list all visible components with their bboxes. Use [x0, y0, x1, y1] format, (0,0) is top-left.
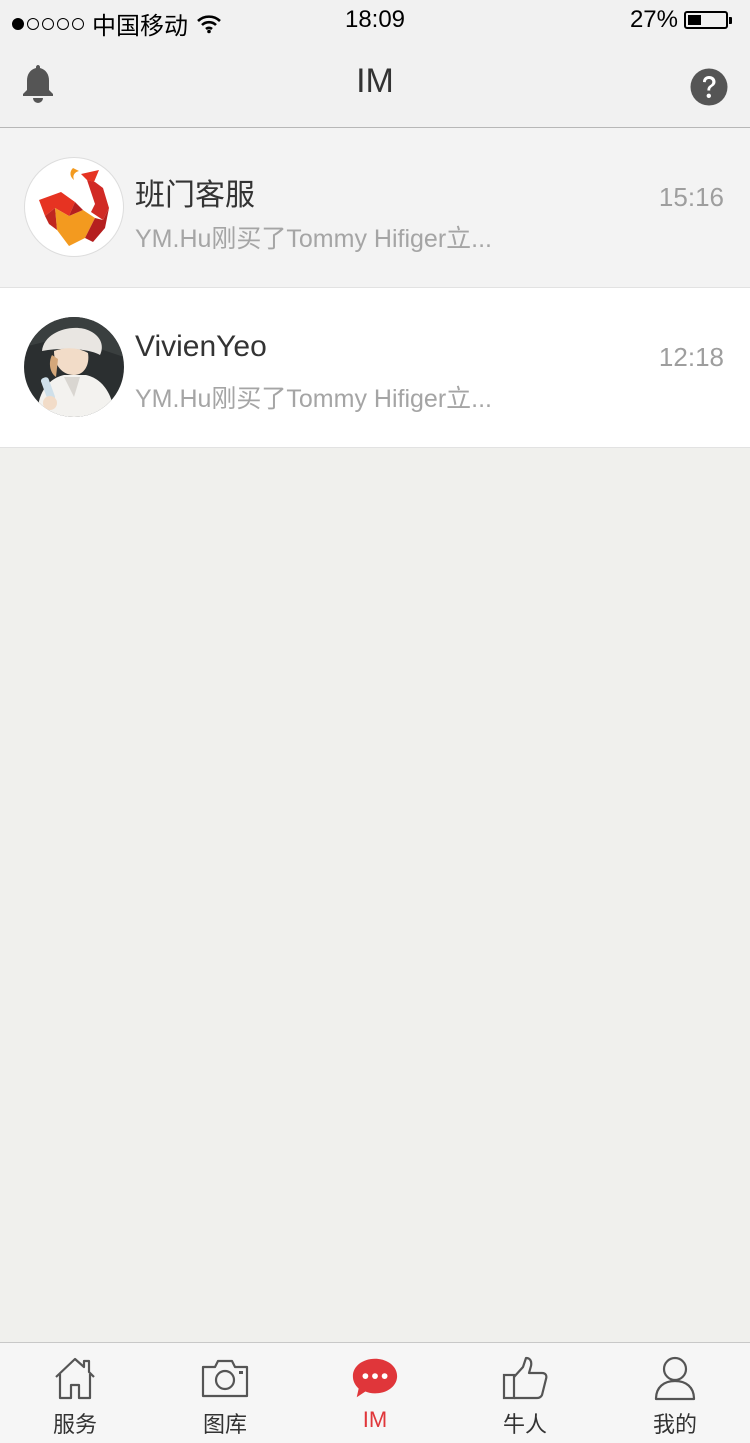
tab-gallery[interactable]: 图库 — [150, 1343, 300, 1443]
conversation-item[interactable]: VivienYeo YM.Hu刚买了Tommy Hifiger立... 12:1… — [0, 288, 750, 448]
conversation-name: 班门客服 — [135, 179, 255, 212]
battery-percent: 27% — [629, 6, 678, 33]
conversation-item[interactable]: 班门客服 YM.Hu刚买了Tommy Hifiger立... 15:16 — [0, 128, 750, 288]
camera-icon — [201, 1359, 249, 1398]
user-photo-avatar — [24, 317, 124, 417]
tab-label: IM — [362, 1407, 388, 1432]
conversation-time: 12:18 — [658, 342, 724, 372]
tab-services[interactable]: 服务 — [0, 1343, 150, 1443]
tab-label: 图库 — [202, 1412, 247, 1437]
conversation-list: 班门客服 YM.Hu刚买了Tommy Hifiger立... 15:16 Viv… — [0, 128, 750, 448]
home-icon — [55, 1357, 95, 1400]
help-icon[interactable] — [690, 68, 728, 106]
brand-logo-icon — [39, 168, 109, 246]
tab-label: 我的 — [652, 1412, 697, 1437]
tab-me[interactable]: 我的 — [600, 1343, 750, 1443]
person-icon — [654, 1356, 696, 1401]
tab-label: 服务 — [52, 1412, 97, 1437]
conversation-name: VivienYeo — [135, 330, 267, 363]
brand-logo-avatar — [24, 157, 124, 257]
conversation-preview: YM.Hu刚买了Tommy Hifiger立... — [135, 225, 492, 253]
status-bar: 中国移动 18:09 27% — [0, 0, 750, 40]
page-title: IM — [356, 62, 394, 100]
tab-label: 牛人 — [502, 1412, 547, 1437]
nav-bar: IM — [0, 40, 750, 128]
battery-icon — [684, 11, 732, 29]
tab-experts[interactable]: 牛人 — [450, 1343, 600, 1443]
conversation-time: 15:16 — [658, 182, 724, 212]
battery-level — [688, 15, 701, 25]
chat-bubble-icon — [352, 1358, 398, 1398]
tab-im[interactable]: IM — [300, 1343, 450, 1443]
status-right: 27% — [629, 6, 732, 34]
thumbs-up-icon — [502, 1356, 548, 1400]
conversation-preview: YM.Hu刚买了Tommy Hifiger立... — [135, 385, 492, 413]
user-photo-icon — [24, 317, 124, 417]
tab-bar: 服务 图库 IM 牛人 我的 — [0, 1342, 750, 1443]
